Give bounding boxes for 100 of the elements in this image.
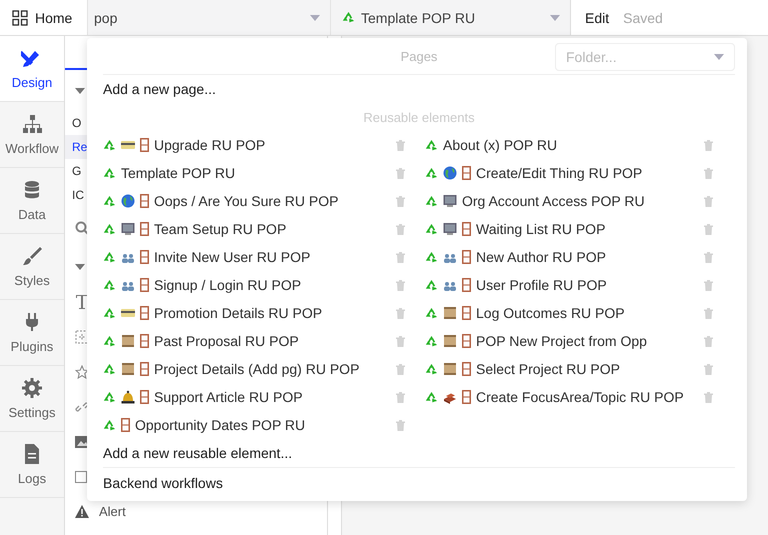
- caret-icon: [550, 14, 560, 20]
- reusable-element-item[interactable]: Waiting List RU POP: [425, 221, 606, 237]
- grid-icon: [12, 10, 28, 26]
- recycle-icon: [425, 278, 438, 292]
- trash-icon[interactable]: [704, 280, 713, 290]
- reusable-element-item[interactable]: About (x) POP RU: [425, 137, 558, 153]
- tab-underline: [65, 68, 87, 70]
- recycle-icon: [103, 306, 116, 320]
- trash-icon[interactable]: [396, 196, 405, 206]
- reusable-element-item[interactable]: Past Proposal RU POP: [103, 333, 299, 349]
- trash-icon[interactable]: [396, 224, 405, 234]
- section-heading: Pages: [400, 48, 438, 64]
- recycle-icon: [103, 278, 116, 292]
- reusable-element-item[interactable]: POP New Project from Opp: [425, 333, 647, 349]
- settings-icon: [21, 377, 43, 399]
- brush-icon: [21, 245, 43, 267]
- trash-icon[interactable]: [704, 252, 713, 262]
- reusable-element-item[interactable]: New Author RU POP: [425, 249, 606, 265]
- reusable-element-item[interactable]: Create FocusArea/Topic RU POP: [425, 389, 684, 405]
- trash-icon[interactable]: [704, 196, 713, 206]
- trash-icon[interactable]: [396, 308, 405, 318]
- card-icon: [121, 138, 135, 152]
- save-status: Saved: [623, 10, 663, 26]
- reusable-element-item[interactable]: Oops / Are You Sure RU POP: [103, 193, 338, 209]
- globe-icon: [443, 166, 457, 180]
- recycle-icon: [103, 418, 116, 432]
- recycle-icon: [425, 306, 438, 320]
- reusable-element-item[interactable]: Support Article RU POP: [103, 389, 303, 405]
- recycle-icon: [103, 334, 116, 348]
- recycle-icon: [103, 390, 116, 404]
- text-icon: [75, 294, 89, 310]
- star-icon: [75, 364, 89, 378]
- backend-workflows-link[interactable]: Backend workflows: [103, 467, 735, 498]
- caret-icon: [714, 54, 724, 60]
- page-dropdown[interactable]: pop: [87, 0, 330, 35]
- reusable-element-item[interactable]: Opportunity Dates POP RU: [103, 417, 306, 433]
- reusable-element-item[interactable]: Org Account Access POP RU: [425, 193, 645, 209]
- trash-icon[interactable]: [396, 280, 405, 290]
- recycle-icon: [425, 222, 438, 236]
- element-label: Alert: [99, 504, 126, 519]
- reusable-element-item[interactable]: Upgrade RU POP: [103, 137, 266, 153]
- sidebar-tab[interactable]: Logs: [0, 432, 64, 498]
- trash-icon[interactable]: [704, 308, 713, 318]
- trash-icon[interactable]: [704, 364, 713, 374]
- recycle-icon: [425, 250, 438, 264]
- reusable-element-item[interactable]: Promotion Details RU POP: [103, 305, 322, 321]
- trash-icon[interactable]: [396, 336, 405, 346]
- warning-icon: [75, 505, 89, 518]
- trash-icon[interactable]: [704, 336, 713, 346]
- reusable-element-item[interactable]: Invite New User RU POP: [103, 249, 310, 265]
- recycle-icon: [103, 250, 116, 264]
- scroll-icon: [121, 362, 135, 376]
- card-icon: [121, 306, 135, 320]
- recycle-icon: [425, 166, 438, 180]
- trash-icon[interactable]: [396, 140, 405, 150]
- recycle-icon: [103, 138, 116, 152]
- caret-icon: [75, 88, 85, 94]
- globe-icon: [121, 194, 135, 208]
- trash-icon[interactable]: [396, 392, 405, 402]
- sidebar-tab[interactable]: Plugins: [0, 300, 64, 366]
- reusable-element-item[interactable]: User Profile RU POP: [425, 277, 607, 293]
- monitor-icon: [443, 222, 457, 236]
- caret-icon: [75, 264, 85, 270]
- hierarchy-icon: [21, 113, 43, 135]
- recycle-icon: [103, 222, 116, 236]
- sidebar-tab[interactable]: Settings: [0, 366, 64, 432]
- recycle-icon: [425, 362, 438, 376]
- recycle-icon: [425, 334, 438, 348]
- reusable-element-item[interactable]: Select Project RU POP: [425, 361, 620, 377]
- sidebar-tab[interactable]: Styles: [0, 234, 64, 300]
- reusable-element-item[interactable]: Create/Edit Thing RU POP: [425, 165, 642, 181]
- trash-icon[interactable]: [396, 420, 405, 430]
- bell-icon: [121, 390, 135, 404]
- search-icon: [75, 221, 89, 235]
- trash-icon[interactable]: [704, 168, 713, 178]
- add-page-link[interactable]: Add a new page...: [103, 75, 735, 103]
- sidebar-tab[interactable]: Workflow: [0, 102, 64, 168]
- add-reusable-element-link[interactable]: Add a new reusable element...: [103, 439, 735, 467]
- crop-icon: [75, 330, 89, 344]
- reusable-element-item[interactable]: Template POP RU: [103, 165, 236, 181]
- sidebar-tab[interactable]: Data: [0, 168, 64, 234]
- link-icon: [75, 400, 89, 414]
- recycle-icon: [103, 194, 116, 208]
- trash-icon[interactable]: [396, 364, 405, 374]
- trash-icon[interactable]: [396, 168, 405, 178]
- element-dropdown[interactable]: Template POP RU: [330, 0, 570, 35]
- trash-icon[interactable]: [704, 392, 713, 402]
- trash-icon[interactable]: [396, 252, 405, 262]
- reusable-element-item[interactable]: Signup / Login RU POP: [103, 277, 302, 293]
- reusable-element-item[interactable]: Log Outcomes RU POP: [425, 305, 625, 321]
- sidebar-tab[interactable]: Design: [0, 36, 64, 102]
- recycle-icon: [425, 390, 438, 404]
- trash-icon[interactable]: [704, 140, 713, 150]
- reusable-element-item[interactable]: Project Details (Add pg) RU POP: [103, 361, 360, 377]
- monitor-icon: [443, 194, 457, 208]
- edit-button[interactable]: Edit: [585, 10, 610, 26]
- reusable-element-item[interactable]: Team Setup RU POP: [103, 221, 286, 237]
- trash-icon[interactable]: [704, 224, 713, 234]
- recycle-icon: [103, 166, 116, 180]
- monitor-icon: [121, 222, 135, 236]
